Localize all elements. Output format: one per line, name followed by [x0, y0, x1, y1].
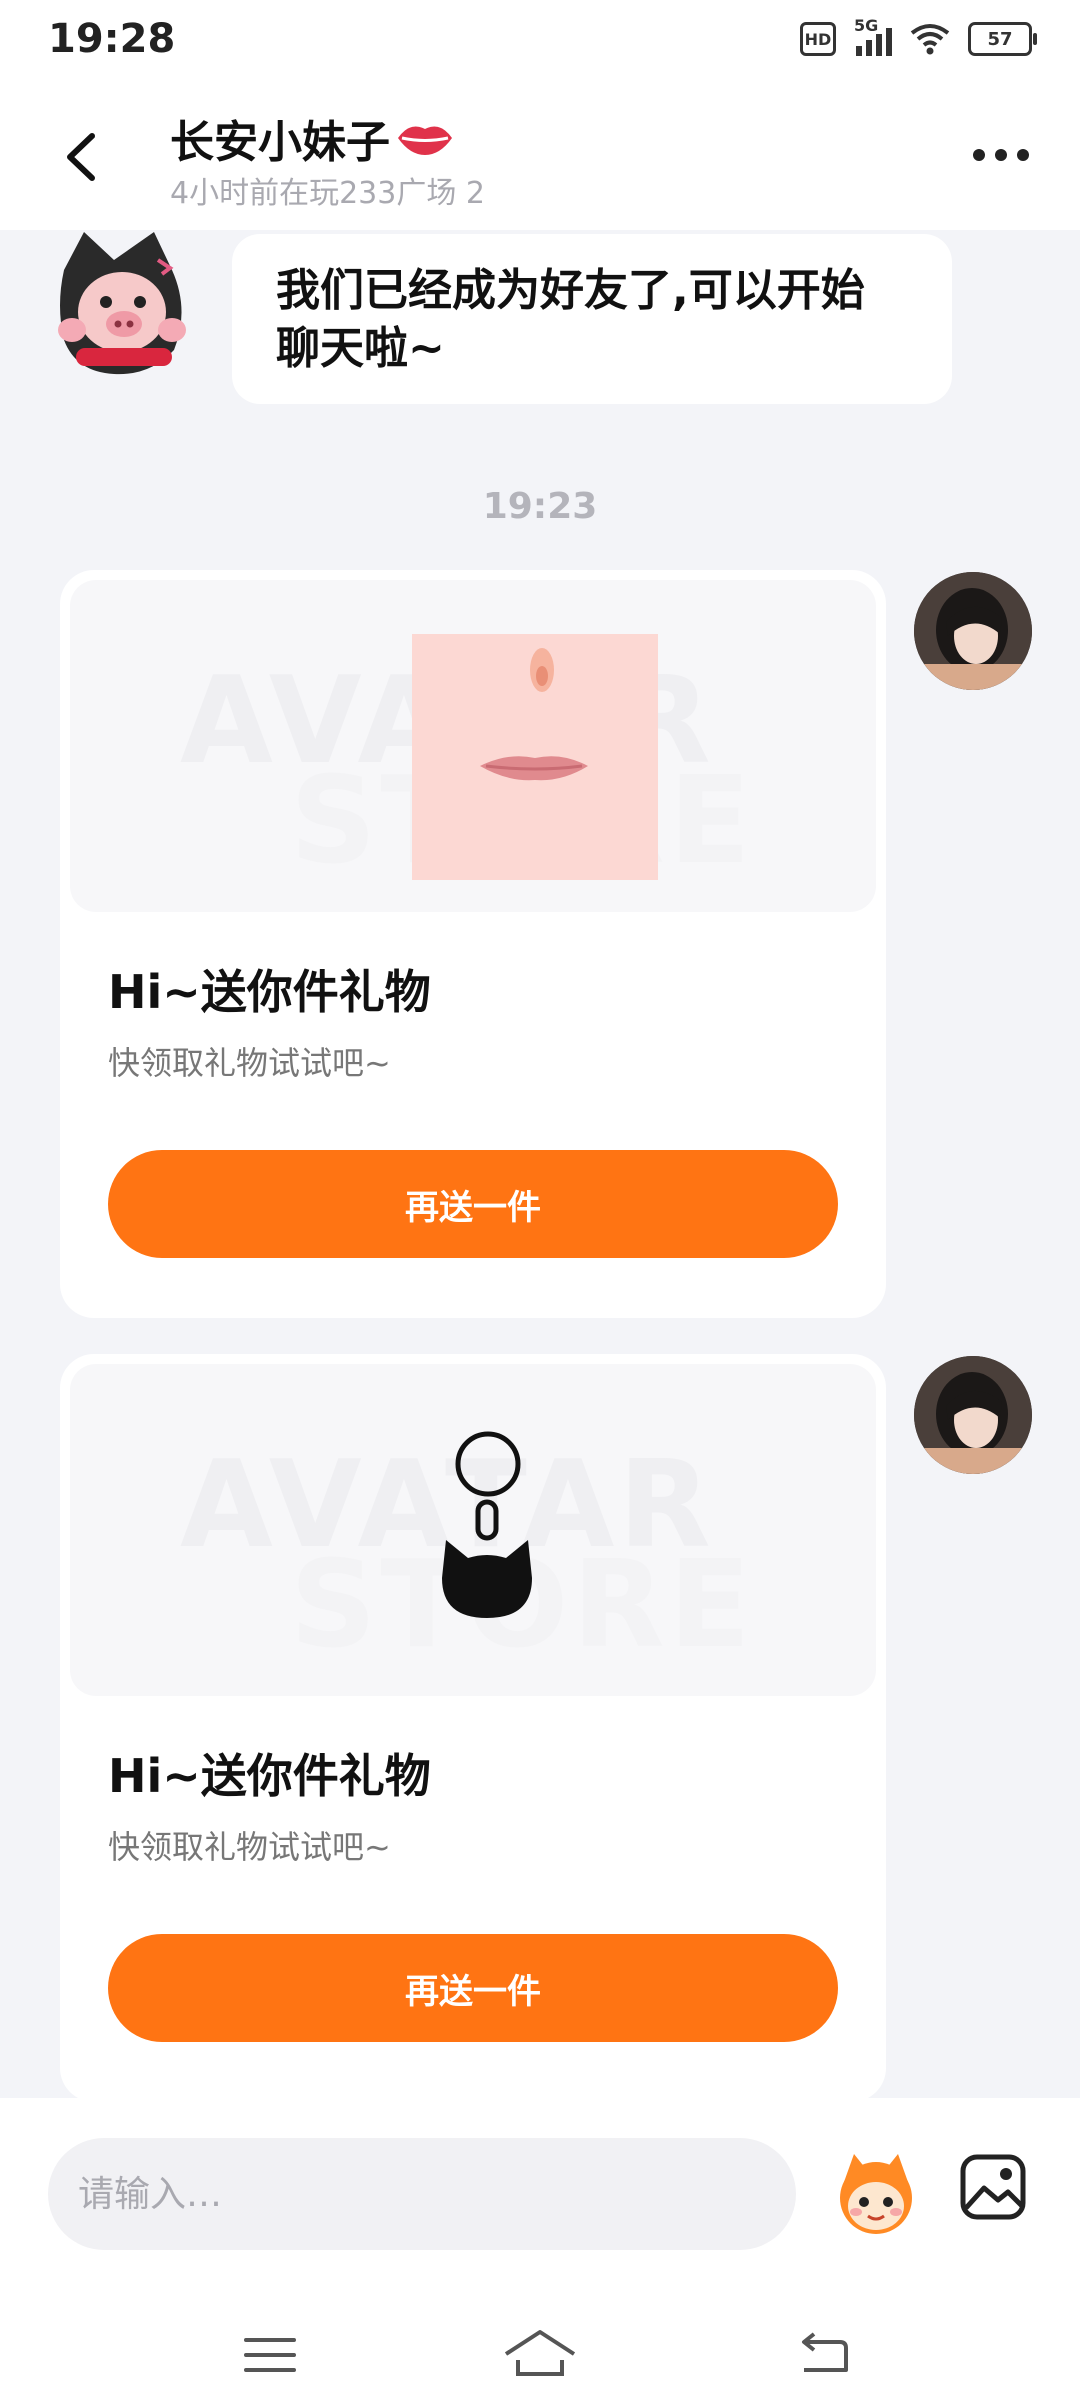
lips-icon [398, 126, 452, 155]
gift-subtitle: 快领取礼物试试吧~ [108, 1828, 391, 1866]
resend-gift-button[interactable]: 再送一件 [108, 1934, 838, 2042]
gift-card: AVATAR STORE Hi~送你件礼物 快领取礼物试试吧~ 再送一件 [60, 1354, 886, 2102]
contact-name-text: 长安小妹子 [170, 117, 390, 168]
gift-subtitle: 快领取礼物试试吧~ [108, 1044, 391, 1082]
status-bar: 19:28 HD 5G 57 [0, 0, 1080, 84]
gift-preview: AVATAR STORE [70, 1364, 876, 1696]
home-icon[interactable] [502, 2328, 578, 2382]
back-arrow-icon[interactable] [54, 122, 114, 192]
input-bar [0, 2098, 1080, 2298]
image-icon[interactable] [958, 2152, 1028, 2222]
system-nav-bar [0, 2298, 1080, 2408]
resend-gift-button[interactable]: 再送一件 [108, 1150, 838, 1258]
message-input[interactable] [48, 2138, 796, 2250]
battery-icon: 57 [968, 22, 1037, 56]
wifi-icon [910, 24, 950, 55]
friend-avatar[interactable] [54, 230, 194, 380]
lips-item-icon [412, 634, 658, 880]
gift-title: Hi~送你件礼物 [108, 965, 431, 1019]
signal-icon: 5G [854, 16, 892, 56]
time-separator: 19:23 [482, 486, 598, 527]
gift-preview: AVATAR STORE [70, 580, 876, 912]
back-icon[interactable] [792, 2328, 852, 2382]
status-time: 19:28 [48, 16, 176, 62]
gift-title: Hi~送你件礼物 [108, 1749, 431, 1803]
contact-name: 长安小妹子 [170, 106, 454, 170]
self-avatar[interactable] [914, 572, 1032, 690]
mascot-icon[interactable] [830, 2148, 922, 2240]
hd-icon: HD [800, 22, 836, 56]
cat-keychain-icon [442, 1431, 532, 1618]
friend-message-bubble: 我们已经成为好友了,可以开始聊天啦~ [232, 234, 952, 404]
more-icon[interactable] [966, 140, 1036, 170]
self-avatar[interactable] [914, 1356, 1032, 1474]
network-label: 5G [854, 16, 879, 35]
menu-icon[interactable] [240, 2328, 300, 2382]
chat-header: 长安小妹子 4小时前在玩233广场 2 [0, 84, 1080, 230]
gift-card: AVATAR STORE Hi~送你件礼物 快领取礼物试试吧~ 再送一件 [60, 570, 886, 1318]
status-icons: HD 5G 57 [800, 16, 1037, 56]
contact-status: 4小时前在玩233广场 2 [170, 176, 485, 211]
